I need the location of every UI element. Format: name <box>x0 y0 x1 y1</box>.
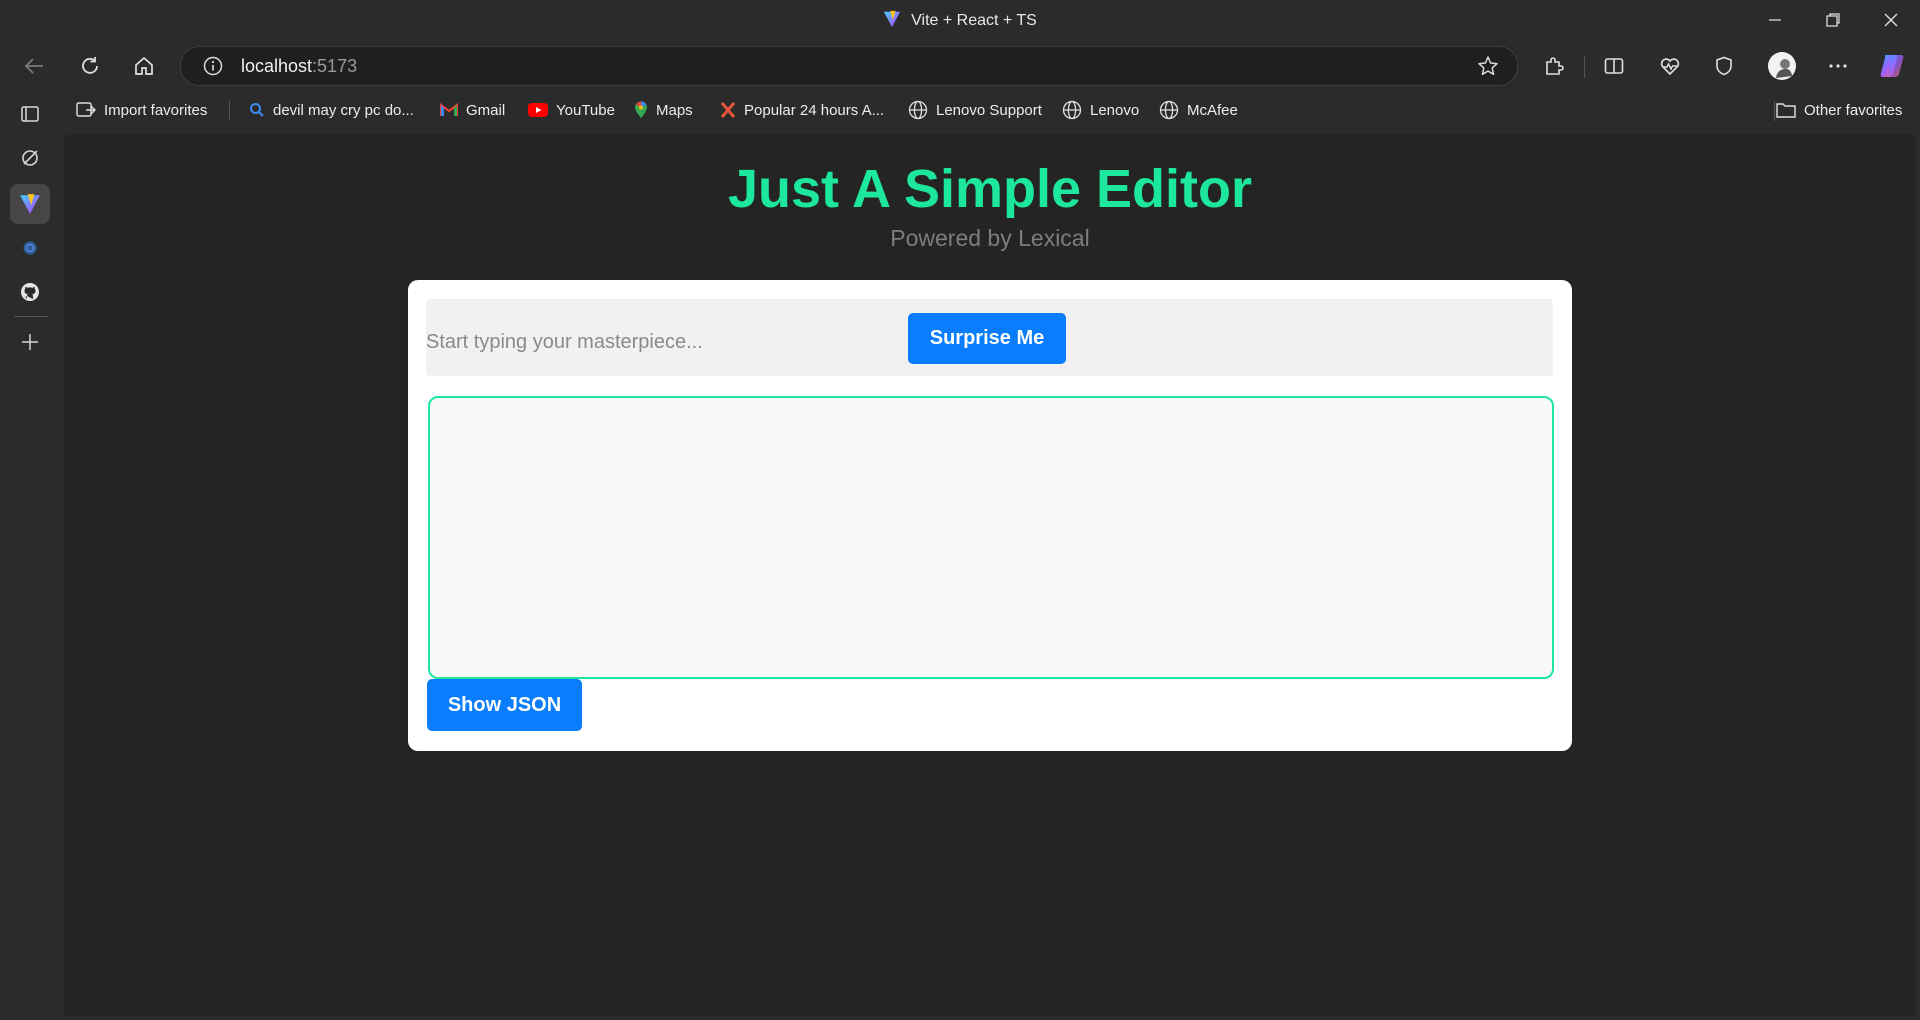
import-icon <box>76 102 96 117</box>
editor-placeholder: Start typing your masterpiece... <box>426 331 703 353</box>
favorite-lenovo[interactable]: Lenovo <box>1062 94 1139 126</box>
minimize-button[interactable] <box>1746 0 1804 40</box>
close-window-button[interactable] <box>1862 0 1920 40</box>
circle-app-icon <box>23 241 37 255</box>
favorite-import[interactable]: Import favorites <box>76 94 207 126</box>
sidebar-item-vite-tab[interactable] <box>10 184 50 224</box>
shield-icon <box>1716 56 1732 76</box>
favorite-label: Popular 24 hours A... <box>744 101 885 119</box>
puzzle-icon <box>1546 57 1564 75</box>
favorite-maps[interactable]: Maps <box>634 94 693 126</box>
globe-icon <box>1159 100 1179 120</box>
favorite-label: devil may cry pc do... <box>273 101 414 119</box>
globe-icon <box>1062 100 1082 120</box>
copilot-button[interactable] <box>1874 48 1910 84</box>
other-favorites-label: Other favorites <box>1804 101 1903 119</box>
editor-card: Start typing your masterpiece... Surpris… <box>408 280 1572 751</box>
sidebar-divider <box>14 316 48 317</box>
tab-actions-button[interactable] <box>10 94 50 134</box>
home-icon <box>135 56 153 75</box>
favorite-star-icon[interactable] <box>1477 55 1499 82</box>
close-icon <box>1884 13 1898 27</box>
page-title: Just A Simple Editor <box>727 159 1253 219</box>
globe-icon <box>908 100 928 120</box>
editor-content-area[interactable] <box>428 396 1554 679</box>
title-bar: Vite + React + TS <box>0 0 1920 40</box>
copilot-icon <box>1880 55 1904 77</box>
window-title: Vite + React + TS <box>0 10 1920 33</box>
sidebar-item-app[interactable] <box>10 228 50 268</box>
maps-icon <box>635 101 647 118</box>
address-bar[interactable]: localhost:5173 <box>180 46 1518 86</box>
split-screen-icon <box>1604 58 1624 74</box>
url-host: localhost <box>241 56 313 76</box>
sidebar-item-github[interactable] <box>10 272 50 312</box>
github-icon <box>21 283 39 301</box>
url-text[interactable]: localhost:5173 <box>241 56 357 77</box>
page-viewport: Just A Simple Editor Powered by Lexical … <box>64 134 1916 1016</box>
vite-logo-icon <box>20 194 40 214</box>
favorites-divider <box>229 101 230 121</box>
avatar <box>1768 52 1796 80</box>
plus-icon <box>22 334 38 350</box>
show-json-button[interactable]: Show JSON <box>427 679 582 731</box>
favorite-gmail[interactable]: Gmail <box>440 94 505 126</box>
site-info-icon[interactable] <box>203 56 223 81</box>
favorite-lenovo-support[interactable]: Lenovo Support <box>908 94 1042 126</box>
favorite-label: Gmail <box>466 101 506 119</box>
folder-icon <box>1776 103 1796 118</box>
sidebar-item-extension[interactable] <box>10 138 50 178</box>
heartbeat-icon <box>1660 58 1680 76</box>
home-button[interactable] <box>126 48 162 84</box>
search-icon <box>250 103 264 117</box>
url-port: :5173 <box>312 56 358 76</box>
favorite-label: YouTube <box>556 101 615 119</box>
favorite-popular-24-hours[interactable]: Popular 24 hours A... <box>720 94 884 126</box>
sidebar <box>0 92 62 1020</box>
security-button[interactable] <box>1706 48 1742 84</box>
gmail-icon <box>440 103 458 116</box>
back-button[interactable] <box>16 48 52 84</box>
leaf-icon <box>22 150 38 166</box>
toolbar-divider <box>1584 56 1585 78</box>
favorite-label: McAfee <box>1187 101 1238 119</box>
favorite-label: Lenovo <box>1090 101 1140 119</box>
ellipsis-icon <box>1829 64 1847 68</box>
favorite-label: Lenovo Support <box>936 101 1042 119</box>
page-subtitle: Powered by Lexical <box>890 225 1090 251</box>
profile-button[interactable] <box>1764 48 1800 84</box>
favorite-mcafee[interactable]: McAfee <box>1159 94 1238 126</box>
add-sidebar-app-button[interactable] <box>10 322 50 362</box>
favorites-bar: Import favorites devil may cry pc do... … <box>64 94 1920 126</box>
navigation-bar: localhost:5173 <box>0 44 1920 86</box>
surprise-me-button[interactable]: Surprise Me <box>908 313 1066 364</box>
favorite-devil-may-cry[interactable]: devil may cry pc do... <box>249 94 414 126</box>
youtube-icon <box>528 103 548 117</box>
favorite-youtube[interactable]: YouTube <box>528 94 615 126</box>
favorite-label: Maps <box>656 101 693 119</box>
extensions-button[interactable] <box>1536 48 1572 84</box>
favorites-divider <box>1774 101 1775 121</box>
other-favorites[interactable]: Other favorites <box>1776 94 1902 126</box>
settings-and-more-button[interactable] <box>1820 48 1856 84</box>
restore-button[interactable] <box>1804 0 1862 40</box>
favorite-label: Import favorites <box>104 101 208 119</box>
editor-toolbar: Start typing your masterpiece... Surpris… <box>426 299 1553 376</box>
restore-icon <box>1826 13 1840 27</box>
reload-button[interactable] <box>72 48 108 84</box>
split-screen-button[interactable] <box>1596 48 1632 84</box>
reload-icon <box>82 57 98 74</box>
vite-logo-icon <box>883 10 901 33</box>
minimize-icon <box>1769 19 1781 21</box>
tabs-icon <box>21 106 39 122</box>
back-arrow-icon <box>24 58 43 74</box>
window-title-text: Vite + React + TS <box>911 12 1037 29</box>
x-icon <box>720 102 736 118</box>
browser-essentials-button[interactable] <box>1652 48 1688 84</box>
